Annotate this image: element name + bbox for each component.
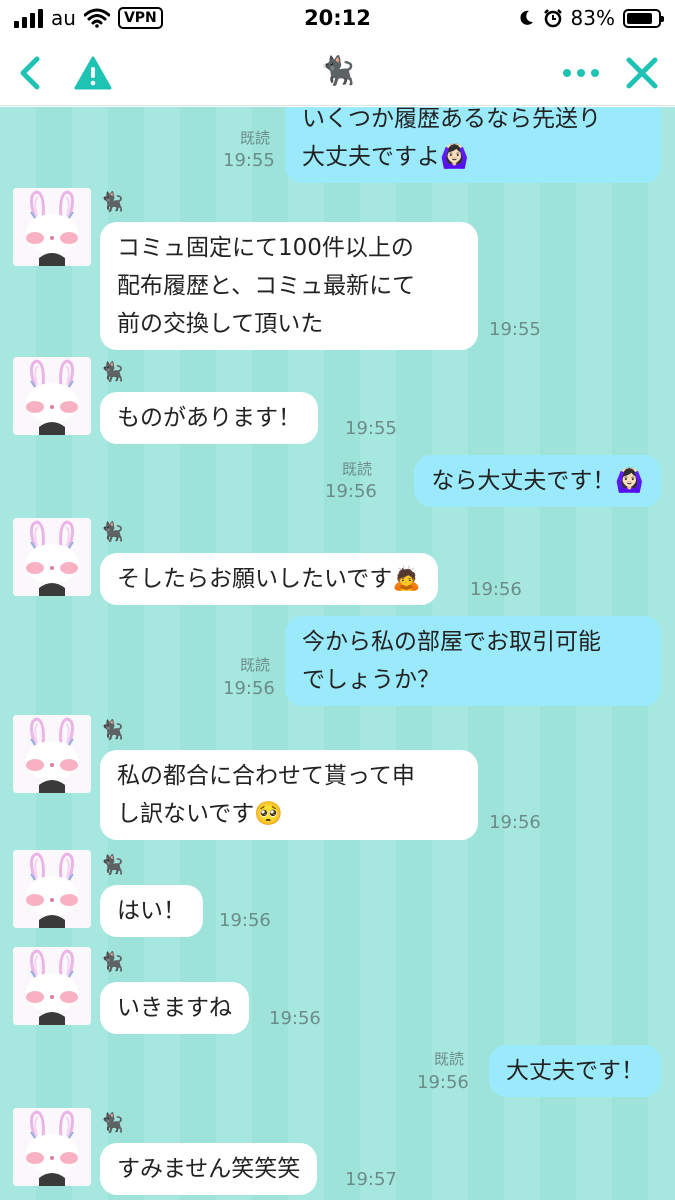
read-receipt: 既読 (240, 129, 271, 147)
battery-icon (623, 8, 664, 28)
avatar[interactable] (13, 947, 91, 1025)
chat-header: 🐈‍⬛ (0, 40, 675, 106)
message-time: 19:56 (489, 812, 541, 833)
outgoing-message: 今から私の部屋でお取引可能 でしょうか？ (285, 616, 661, 706)
close-button[interactable] (619, 50, 665, 96)
incoming-message: そしたらお願いしたいです🙇 (100, 553, 438, 605)
incoming-message: すみません笑笑笑 (100, 1143, 318, 1195)
incoming-message: ものがあります！ (100, 392, 318, 444)
message-time: 19:56 (269, 1008, 321, 1029)
status-right: 83% (517, 6, 664, 30)
incoming-message: いきますね (100, 982, 249, 1034)
avatar[interactable] (13, 518, 91, 596)
message-time: 19:56 (470, 579, 522, 600)
sender-name: 🐈‍⬛ (100, 951, 124, 973)
incoming-message: はい！ (100, 885, 203, 937)
read-receipt: 既読 (240, 656, 271, 674)
message-time: 19:56 (417, 1072, 469, 1093)
outgoing-message: 大丈夫です！ (489, 1045, 661, 1097)
sender-name: 🐈‍⬛ (100, 191, 124, 213)
message-time: 19:55 (489, 319, 541, 340)
message-time: 19:56 (325, 481, 377, 502)
incoming-message: 私の都合に合わせて貰って申 し訳ないです🥺 (100, 750, 478, 840)
incoming-message: コミュ固定にて100件以上の 配布履歴と、コミュ最新にて 前の交換して頂いた (100, 222, 478, 350)
sender-name: 🐈‍⬛ (100, 854, 124, 876)
avatar[interactable] (13, 357, 91, 435)
sender-name: 🐈‍⬛ (100, 1112, 124, 1134)
message-time: 19:55 (223, 150, 275, 171)
avatar[interactable] (13, 850, 91, 928)
avatar[interactable] (13, 188, 91, 266)
message-time: 19:55 (345, 418, 397, 439)
sender-name: 🐈‍⬛ (100, 521, 124, 543)
read-receipt: 既読 (342, 460, 373, 478)
outgoing-message: なら大丈夫です！🙆🏻‍♀️ (414, 455, 661, 507)
sender-name: 🐈‍⬛ (100, 719, 124, 741)
message-time: 19:56 (223, 678, 275, 699)
message-time: 19:57 (345, 1169, 397, 1190)
message-time: 19:56 (219, 910, 271, 931)
avatar[interactable] (13, 715, 91, 793)
battery-percent: 83% (570, 6, 615, 30)
moon-icon (519, 10, 533, 25)
alarm-icon (543, 9, 562, 28)
read-receipt: 既読 (434, 1050, 465, 1068)
close-icon (626, 57, 658, 89)
more-dots-icon (563, 69, 599, 77)
more-button[interactable] (558, 50, 604, 96)
outgoing-message: いくつか履歴あるなら先送り 大丈夫ですよ🙆🏻‍♀️ (285, 107, 661, 183)
chat-area[interactable]: いくつか履歴あるなら先送り 大丈夫ですよ🙆🏻‍♀️ 既読 19:55 🐈‍⬛ コ… (0, 107, 675, 1200)
status-bar: au VPN 20:12 83% (0, 0, 675, 40)
avatar[interactable] (13, 1108, 91, 1186)
sender-name: 🐈‍⬛ (100, 361, 124, 383)
